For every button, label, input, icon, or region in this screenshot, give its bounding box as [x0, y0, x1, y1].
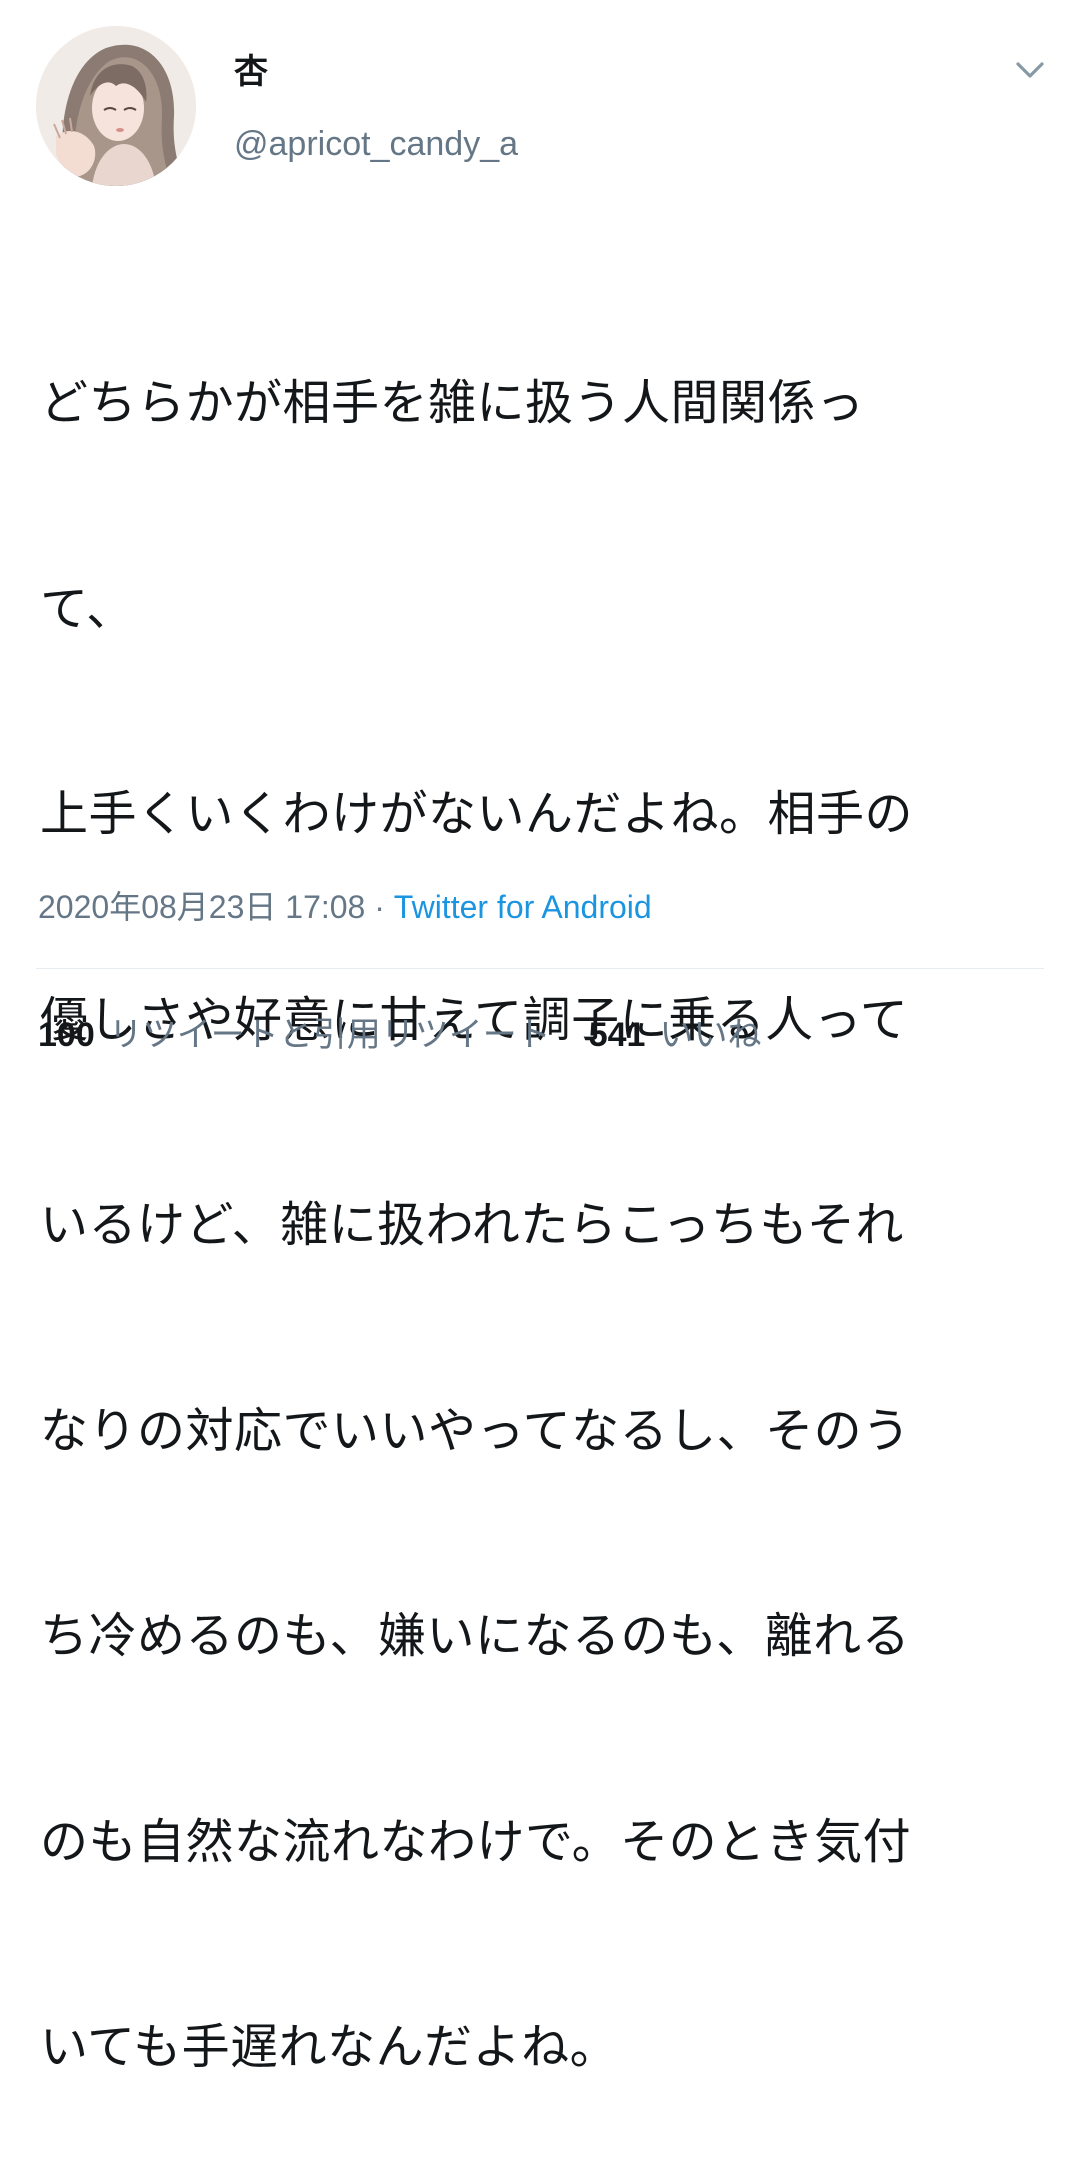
likes-label: いいね	[659, 1016, 762, 1054]
tweet-text: どちらかが相手を雑に扱う人間関係っ て、 上手くいくわけがないんだよね。相手の …	[40, 232, 1050, 2166]
retweets-count: 100	[38, 1016, 95, 1054]
avatar-illustration	[36, 26, 196, 186]
tweet-text-line: 上手くいくわけがないんだよね。相手の	[40, 786, 914, 842]
timestamp[interactable]: 2020年08月23日 17:08	[38, 889, 365, 925]
meta-separator: ·	[365, 889, 394, 925]
engagement-stats: 100 リツイートと引用リツイート 541 いいね	[38, 1012, 761, 1058]
user-handle[interactable]: @apricot_candy_a	[234, 122, 518, 166]
likes-count: 541	[588, 1016, 646, 1054]
source-link[interactable]: Twitter for Android	[394, 889, 652, 925]
chevron-down-icon[interactable]	[1010, 52, 1050, 88]
tweet-text-line: のも自然な流れなわけで。そのとき気付	[40, 1813, 912, 1870]
tweet-text-line: いても手遅れなんだよね。	[40, 2019, 619, 2075]
tweet-text-line: なりの対応でいいやってなるし、そのう	[40, 1402, 911, 1459]
tweet-detail: 杏 @apricot_candy_a どちらかが相手を雑に扱う人間関係っ て、 …	[0, 0, 1080, 2075]
avatar[interactable]	[36, 26, 196, 186]
retweets-label: リツイートと引用リツイート	[108, 1016, 551, 1054]
likes-stat[interactable]: 541 いいね	[589, 1016, 762, 1054]
tweet-text-line: いるけど、雑に扱われたらこっちもそれ	[40, 1197, 904, 1253]
display-name[interactable]: 杏	[234, 50, 268, 94]
tweet-text-line: どちらかが相手を雑に扱う人間関係っ	[40, 375, 865, 431]
tweet-text-line: て、	[40, 580, 135, 637]
retweets-stat[interactable]: 100 リツイートと引用リツイート	[38, 1016, 551, 1054]
tweet-metadata: 2020年08月23日 17:08 · Twitter for Android	[38, 884, 652, 930]
divider	[36, 968, 1044, 969]
tweet-text-line: ち冷めるのも、嫌いになるのも、離れる	[40, 1608, 911, 1664]
